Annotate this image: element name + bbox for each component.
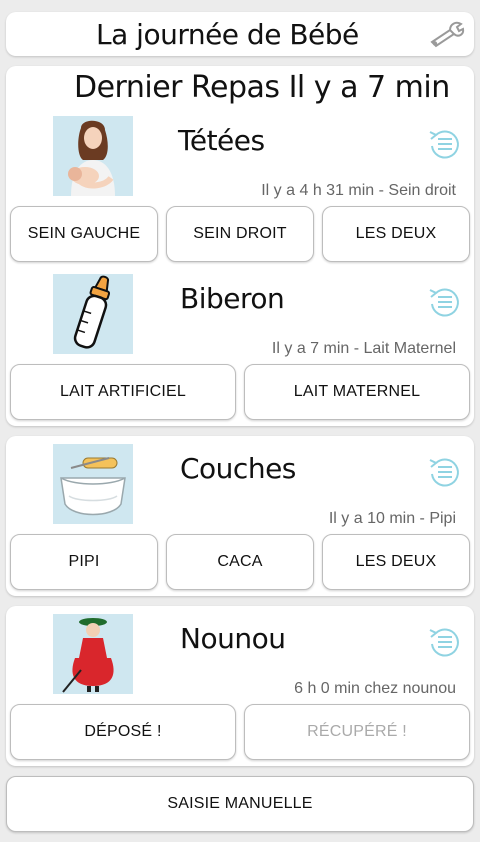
depose-button[interactable]: DÉPOSÉ ! xyxy=(10,704,236,760)
tetees-status: Il y a 4 h 31 min - Sein droit xyxy=(261,182,456,199)
wrench-icon[interactable] xyxy=(428,18,466,50)
history-list-icon[interactable] xyxy=(426,624,462,660)
caca-button[interactable]: CACA xyxy=(166,534,314,590)
biberon-title: Biberon xyxy=(180,282,285,315)
diaper-image xyxy=(53,444,133,524)
last-meal-title: Dernier Repas Il y a 7 min xyxy=(74,70,450,105)
couches-status: Il y a 10 min - Pipi xyxy=(328,510,456,527)
sein-gauche-button[interactable]: SEIN GAUCHE xyxy=(10,206,158,262)
tetees-title: Tétées xyxy=(178,124,265,157)
history-list-icon[interactable] xyxy=(426,454,462,490)
breastfeeding-image xyxy=(53,116,133,196)
recupere-button[interactable]: RÉCUPÉRÉ ! xyxy=(244,704,470,760)
history-list-icon[interactable] xyxy=(426,284,462,320)
biberon-status: Il y a 7 min - Lait Maternel xyxy=(271,340,456,357)
app-title: La journée de Bébé xyxy=(96,18,359,51)
history-list-icon[interactable] xyxy=(426,126,462,162)
header-bar: La journée de Bébé xyxy=(6,12,474,56)
couches-les-deux-button[interactable]: LES DEUX xyxy=(322,534,470,590)
tetees-les-deux-button[interactable]: LES DEUX xyxy=(322,206,470,262)
nounou-status: 6 h 0 min chez nounou xyxy=(294,680,456,697)
manual-entry-button[interactable]: SAISIE MANUELLE xyxy=(6,776,474,832)
diapers-card: Couches Il y a 10 min - Pipi PIPI CACA L… xyxy=(6,436,474,596)
pipi-button[interactable]: PIPI xyxy=(10,534,158,590)
bottle-image xyxy=(53,274,133,354)
nounou-title: Nounou xyxy=(180,622,286,655)
feeding-card: Dernier Repas Il y a 7 min Tétées Il y a… xyxy=(6,66,474,426)
lait-artificiel-button[interactable]: LAIT ARTIFICIEL xyxy=(10,364,236,420)
couches-title: Couches xyxy=(180,452,296,485)
lait-maternel-button[interactable]: LAIT MATERNEL xyxy=(244,364,470,420)
nanny-image xyxy=(53,614,133,694)
nanny-card: Nounou 6 h 0 min chez nounou DÉPOSÉ ! RÉ… xyxy=(6,606,474,766)
sein-droit-button[interactable]: SEIN DROIT xyxy=(166,206,314,262)
